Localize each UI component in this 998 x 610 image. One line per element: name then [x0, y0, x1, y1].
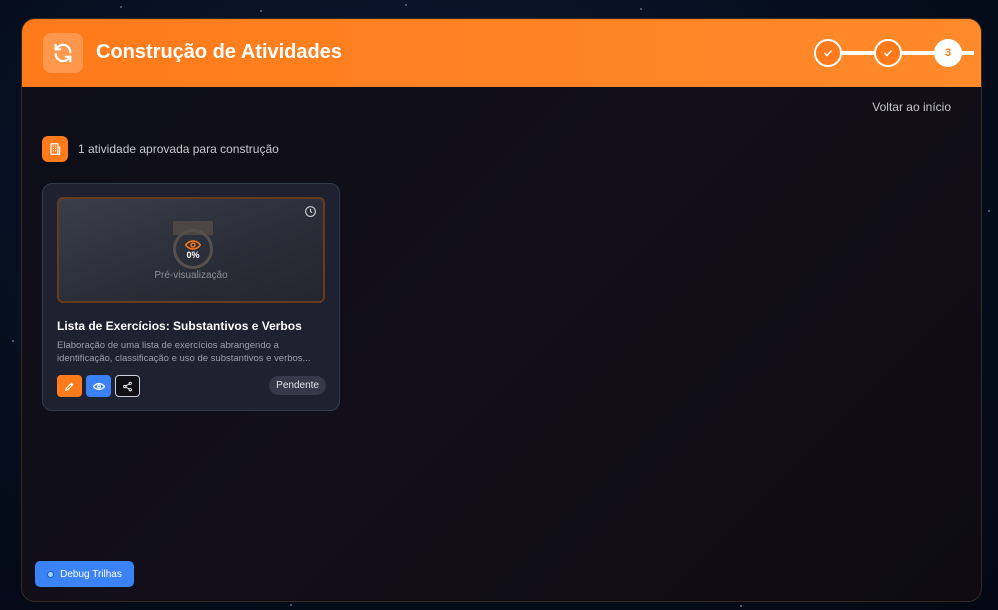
background-star	[12, 340, 14, 342]
summary-text: 1 atividade aprovada para construção	[78, 142, 279, 156]
building-icon	[42, 136, 68, 162]
activity-title: Lista de Exercícios: Substantivos e Verb…	[57, 319, 302, 333]
step-3-current[interactable]: 3	[934, 39, 962, 67]
modal-title: Construção de Atividades	[96, 41, 342, 63]
check-icon	[883, 49, 893, 57]
progress-percent: 0%	[186, 249, 200, 260]
check-icon	[823, 49, 833, 57]
modal-header: Construção de Atividades 3	[22, 19, 981, 87]
background-star	[405, 4, 407, 6]
background-star	[290, 604, 292, 606]
background-star	[260, 10, 262, 12]
activity-actions	[57, 375, 144, 397]
activity-card[interactable]: 0% Pré-visualização Lista de Exercícios:…	[42, 183, 340, 411]
view-button[interactable]	[86, 375, 111, 397]
debug-label: Debug Trilhas	[60, 568, 122, 580]
debug-trilhas-button[interactable]: Debug Trilhas	[35, 561, 134, 587]
refresh-icon	[43, 33, 83, 73]
clock-icon	[304, 205, 317, 223]
activity-description: Elaboração de uma lista de exercícios ab…	[57, 340, 311, 364]
background-star	[988, 210, 990, 212]
share-icon	[123, 381, 132, 391]
approved-summary: 1 atividade aprovada para construção	[42, 136, 279, 162]
progress-stepper: 3	[814, 39, 974, 67]
background-star	[120, 6, 122, 8]
back-to-start-link[interactable]: Voltar ao início	[872, 100, 951, 114]
debug-icon	[47, 570, 55, 578]
construction-modal: Construção de Atividades 3 Voltar ao iní…	[21, 18, 982, 602]
background-star	[740, 605, 742, 607]
step-connector	[898, 51, 938, 55]
progress-ring: 0%	[173, 229, 213, 269]
pen-icon	[65, 382, 74, 391]
edit-button[interactable]	[57, 375, 82, 397]
preview-label: Pré-visualização	[154, 270, 228, 281]
eye-icon	[92, 382, 105, 390]
step-connector	[838, 51, 878, 55]
background-star	[640, 8, 642, 10]
activity-preview[interactable]: 0% Pré-visualização	[57, 197, 325, 303]
status-badge: Pendente	[269, 376, 326, 395]
share-button[interactable]	[115, 375, 140, 397]
step-2-completed[interactable]	[874, 39, 902, 67]
step-1-completed[interactable]	[814, 39, 842, 67]
